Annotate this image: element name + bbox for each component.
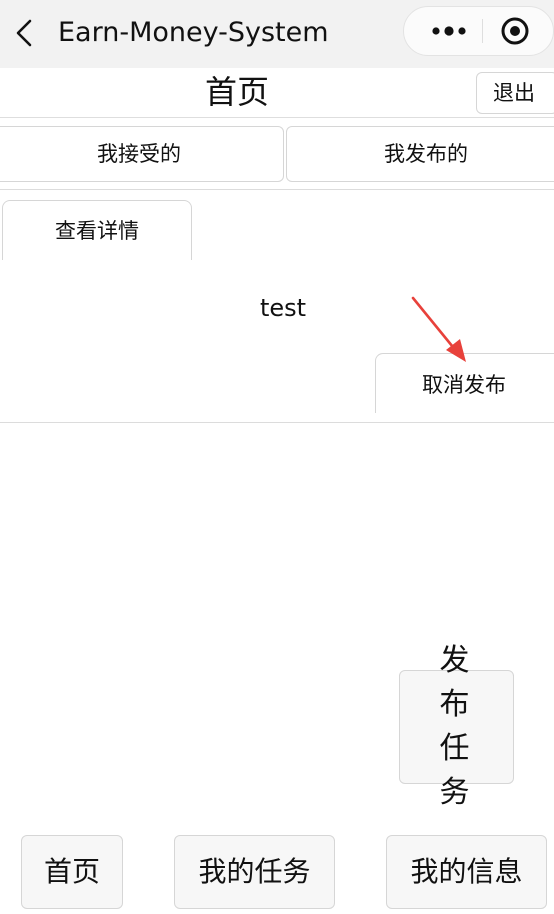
close-miniprogram-button[interactable] bbox=[500, 16, 530, 46]
app-title: Earn-Money-System bbox=[58, 17, 329, 48]
capsule-divider bbox=[482, 19, 483, 43]
bottom-nav-my-tasks[interactable]: 我的任务 bbox=[174, 835, 335, 909]
divider bbox=[0, 189, 554, 190]
chevron-left-icon bbox=[16, 19, 32, 47]
annotation-arrow-icon bbox=[411, 296, 466, 362]
target-circle-icon bbox=[501, 17, 529, 45]
bottom-nav-my-info[interactable]: 我的信息 bbox=[386, 835, 547, 909]
tab-published[interactable]: 我发布的 bbox=[286, 126, 554, 182]
publish-task-button[interactable]: 发布任务 bbox=[399, 643, 514, 810]
more-button[interactable] bbox=[418, 7, 480, 55]
menu-capsule bbox=[403, 6, 554, 56]
page-title: 首页 bbox=[204, 73, 269, 111]
back-button[interactable] bbox=[10, 14, 44, 52]
mini-program-navbar: Earn-Money-System bbox=[0, 0, 554, 68]
bottom-nav-home[interactable]: 首页 bbox=[21, 835, 123, 909]
more-dots-icon bbox=[432, 26, 466, 36]
page-header: 首页 退出 bbox=[0, 68, 554, 118]
tab-accepted[interactable]: 我接受的 bbox=[0, 126, 284, 182]
task-card-divider bbox=[0, 422, 554, 423]
view-details-button[interactable]: 查看详情 bbox=[2, 200, 192, 260]
logout-button[interactable]: 退出 bbox=[476, 72, 554, 114]
